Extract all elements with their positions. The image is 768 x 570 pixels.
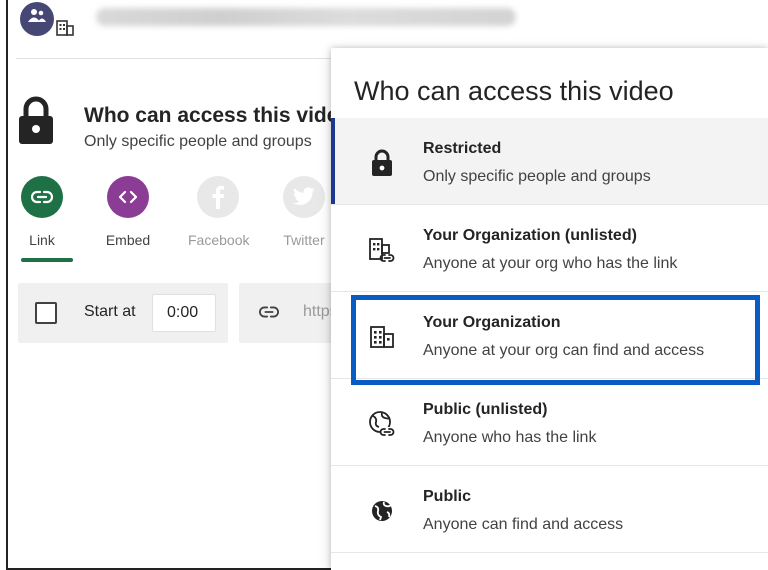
- share-link-label: Link: [29, 232, 55, 248]
- share-twitter-button[interactable]: Twitter: [274, 176, 334, 248]
- access-subtitle: Only specific people and groups: [84, 133, 312, 150]
- option-public[interactable]: Public Anyone can find and access: [331, 466, 768, 553]
- video-group-avatar: [20, 2, 54, 36]
- share-embed-button[interactable]: Embed: [98, 176, 158, 248]
- dropdown-title: Who can access this video: [354, 76, 674, 106]
- blurred-video-title: [96, 8, 516, 26]
- selected-indicator: [331, 118, 335, 204]
- access-dropdown: Who can access this video Restricted Onl…: [331, 48, 768, 570]
- option-title: Restricted: [423, 140, 502, 157]
- share-link-button[interactable]: Link: [12, 176, 72, 248]
- option-description: Anyone can find and access: [423, 516, 624, 533]
- org-badge-icon: [56, 20, 74, 36]
- option-title: Your Organization (unlisted): [423, 227, 637, 244]
- access-title: Who can access this video: [84, 104, 340, 127]
- option-description: Anyone at your org who has the link: [423, 255, 678, 272]
- facebook-icon: [212, 185, 224, 209]
- header-divider: [16, 58, 341, 59]
- org-link-icon: [369, 238, 395, 262]
- option-description: Anyone who has the link: [423, 429, 597, 446]
- share-twitter-label: Twitter: [283, 232, 325, 248]
- active-tab-indicator: [21, 258, 73, 262]
- globe-link-icon: [369, 411, 395, 437]
- lock-icon: [19, 96, 53, 144]
- link-icon: [259, 306, 279, 318]
- share-facebook-button[interactable]: Facebook: [188, 176, 250, 248]
- start-at-control: Start at 0:00: [18, 283, 228, 343]
- option-public-unlisted[interactable]: Public (unlisted) Anyone who has the lin…: [331, 379, 768, 466]
- option-title: Public (unlisted): [423, 401, 548, 418]
- lock-icon: [372, 149, 392, 176]
- option-restricted[interactable]: Restricted Only specific people and grou…: [331, 118, 768, 205]
- option-title: Public: [423, 488, 472, 505]
- option-description: Only specific people and groups: [423, 168, 651, 185]
- globe-icon: [372, 501, 392, 521]
- start-at-input[interactable]: 0:00: [152, 294, 216, 332]
- option-title: Your Organization: [423, 314, 561, 331]
- embed-icon: [118, 190, 138, 204]
- twitter-icon: [292, 187, 315, 205]
- option-org-unlisted[interactable]: Your Organization (unlisted) Anyone at y…: [331, 205, 768, 292]
- start-at-checkbox[interactable]: [35, 302, 57, 324]
- start-at-label: Start at: [84, 303, 136, 320]
- option-description: Anyone at your org can find and access: [423, 342, 705, 359]
- link-icon: [31, 190, 53, 204]
- org-icon: [370, 326, 394, 348]
- share-embed-label: Embed: [105, 232, 151, 248]
- share-facebook-label: Facebook: [188, 232, 250, 248]
- option-org[interactable]: Your Organization Anyone at your org can…: [331, 292, 768, 379]
- people-icon: [28, 9, 46, 22]
